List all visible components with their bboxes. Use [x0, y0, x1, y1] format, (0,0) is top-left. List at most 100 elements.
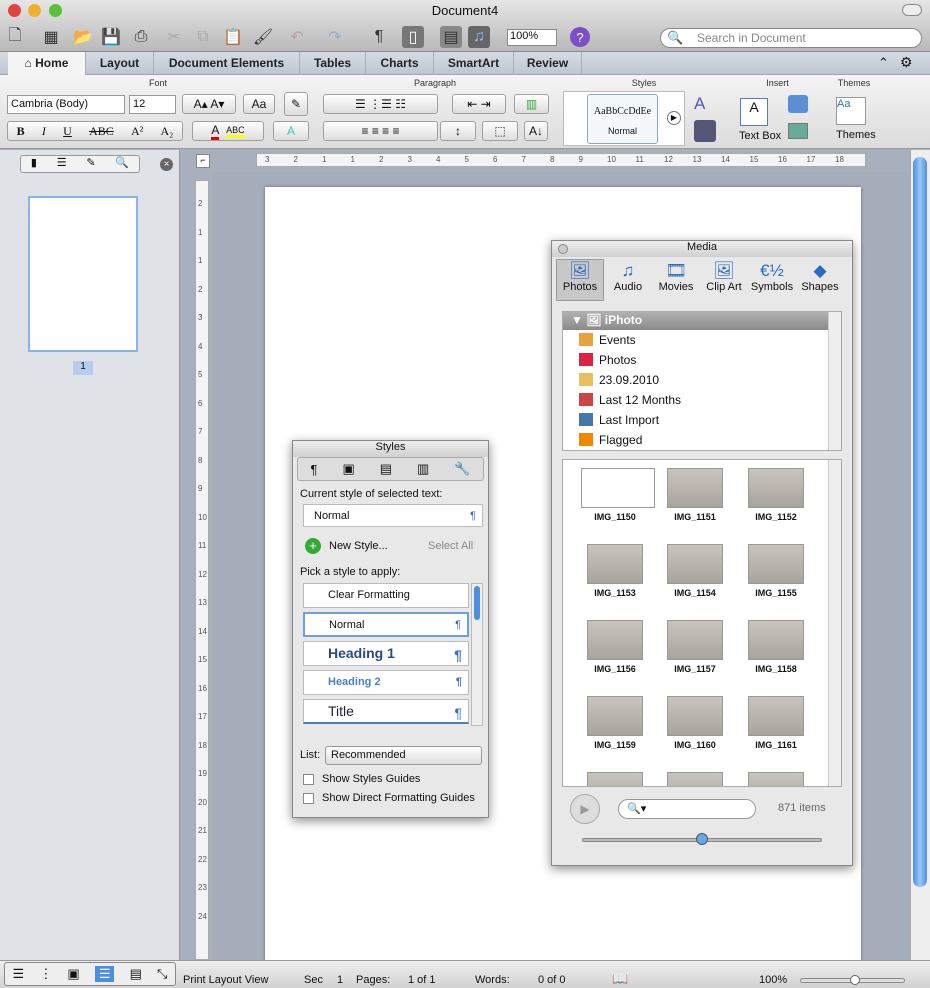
reviewing-icon[interactable]: ✎	[86, 156, 95, 172]
photo-thumbnail[interactable]	[587, 696, 643, 736]
style-list-scrollbar[interactable]	[471, 583, 483, 726]
tree-item[interactable]: 23.09.2010	[579, 370, 659, 390]
gallery-icon[interactable]: ▦	[40, 26, 62, 48]
font-color-icon[interactable]: A	[211, 123, 220, 140]
format-painter-icon[interactable]: 🖌	[252, 26, 274, 48]
text-box-label[interactable]: Text Box	[739, 130, 781, 142]
paste-icon[interactable]: 📋	[222, 26, 244, 48]
italic-icon[interactable]: I	[42, 124, 46, 139]
slider-thumb[interactable]	[696, 833, 708, 845]
themes-icon[interactable]: Aa	[836, 97, 866, 125]
search-pane-icon[interactable]: 🔍	[115, 156, 129, 172]
photo-thumbnail[interactable]	[748, 620, 804, 660]
photo-thumbnail[interactable]	[581, 468, 655, 508]
thumbnail-view-icon[interactable]: ▮	[31, 156, 37, 172]
tools-icon[interactable]: 🔧	[454, 461, 470, 477]
tab-document-elements[interactable]: Document Elements	[154, 52, 300, 75]
search-input[interactable]: Search in Document	[660, 28, 922, 48]
photo-thumbnail[interactable]	[587, 544, 643, 584]
media-tab-symbols[interactable]: €½ Symbols	[748, 261, 796, 301]
photo-thumbnail[interactable]	[667, 620, 723, 660]
photo-thumbnail[interactable]	[667, 544, 723, 584]
zoom-select[interactable]: 100%	[507, 29, 557, 46]
spelling-check-icon[interactable]: 📖	[612, 971, 628, 987]
quick-styles-icon[interactable]: A	[694, 94, 705, 114]
themes-label[interactable]: Themes	[836, 129, 876, 141]
media-tab-audio[interactable]: ♫ Audio	[604, 261, 652, 301]
collapse-ribbon-icon[interactable]: ⌃	[878, 55, 889, 71]
tree-item[interactable]: Flagged	[579, 430, 642, 450]
style-item-heading-2[interactable]: Heading 2 ¶	[303, 670, 469, 695]
new-document-icon[interactable]: 🗋	[4, 26, 26, 48]
toolbox-icon[interactable]: ▤	[440, 26, 462, 48]
new-style-button[interactable]: New Style...	[329, 540, 388, 552]
line-spacing-icon[interactable]: ↕	[440, 121, 476, 141]
print-layout-view-icon[interactable]: ☰	[94, 966, 115, 982]
toolbox-tabs[interactable]: ¶ ▣ ▤ ▥ 🔧	[297, 457, 484, 481]
outline-view-icon[interactable]: ⋮	[39, 966, 52, 982]
font-size-select[interactable]: 12	[129, 95, 176, 114]
list-buttons[interactable]: ☰ ⋮☰ ☷	[323, 94, 438, 114]
view-buttons[interactable]: ☰ ⋮ ▣ ☰ ▤ ⤡	[4, 962, 176, 986]
close-sidebar-icon[interactable]: ×	[160, 158, 173, 171]
tab-layout[interactable]: Layout	[86, 52, 154, 75]
tree-item[interactable]: Events	[579, 330, 636, 350]
select-all-button[interactable]: Select All	[428, 540, 473, 552]
draft-view-icon[interactable]: ☰	[13, 966, 25, 982]
change-case-button[interactable]: Aa	[243, 94, 275, 114]
photo-thumbnail[interactable]	[748, 696, 804, 736]
photo-thumbnail[interactable]	[667, 468, 723, 508]
new-style-icon[interactable]: +	[305, 538, 321, 554]
photo-thumbnail[interactable]	[748, 544, 804, 584]
media-tab-clip-art[interactable]: 🖼 Clip Art	[700, 261, 748, 301]
style-item-heading-1[interactable]: Heading 1 ¶	[303, 641, 469, 666]
tree-item-iphoto[interactable]: ▼ 🖼 iPhoto	[563, 312, 841, 330]
strikethrough-icon[interactable]: ABC	[89, 124, 114, 139]
formatting-tab-icon[interactable]: ▣	[342, 461, 354, 477]
sort-icon[interactable]: A↓	[524, 121, 548, 141]
publishing-view-icon[interactable]: ▣	[67, 966, 79, 982]
tree-item[interactable]: Photos	[579, 350, 636, 370]
alignment-buttons[interactable]: ≡ ≡ ≡ ≡	[323, 121, 438, 141]
tab-tables[interactable]: Tables	[300, 52, 366, 75]
styles-tab-icon[interactable]: ¶	[310, 462, 317, 477]
outline-view-icon[interactable]: ☰	[57, 156, 67, 172]
print-icon[interactable]: ⎙	[130, 26, 152, 48]
photo-grid-scrollbar[interactable]	[828, 460, 841, 786]
sidebar-view-switcher[interactable]: ▮ ☰ ✎ 🔍	[20, 155, 140, 173]
manage-styles-icon[interactable]	[694, 120, 716, 142]
save-icon[interactable]: 💾	[100, 26, 122, 48]
cut-icon[interactable]: ✂	[163, 26, 185, 48]
play-icon[interactable]: ▶	[570, 794, 600, 824]
media-browser-icon[interactable]: ♫	[468, 26, 490, 48]
show-direct-formatting-checkbox[interactable]	[303, 793, 314, 804]
tab-home[interactable]: ⌂ Home	[8, 52, 86, 75]
subscript-icon[interactable]: A₂	[161, 124, 174, 139]
styles-next-icon[interactable]: ▶	[667, 111, 681, 125]
horizontal-ruler[interactable]: 3 2 1 1 2 3 4 5 6 7 8 9 10 11 12 13 14 15 16 17 18	[256, 153, 866, 167]
media-tab-photos[interactable]: 🖼 Photos	[556, 261, 604, 301]
reference-tools-icon[interactable]: ▥	[417, 461, 429, 477]
indent-buttons[interactable]: ⇤ ⇥	[452, 94, 506, 114]
underline-icon[interactable]: U	[63, 124, 72, 139]
show-styles-guides-checkbox[interactable]	[303, 774, 314, 785]
columns-icon[interactable]: ▥	[514, 94, 549, 114]
style-normal-tile[interactable]: AaBbCcDdEe Normal	[587, 94, 658, 144]
style-item-normal[interactable]: Normal ¶	[303, 612, 469, 637]
photo-thumbnail[interactable]	[587, 772, 643, 786]
pilcrow-icon[interactable]: ¶	[368, 26, 390, 48]
photo-thumbnail[interactable]	[748, 772, 804, 786]
style-item-title[interactable]: Title ¶	[303, 699, 469, 724]
tree-item[interactable]: Last Import	[579, 410, 659, 430]
undo-icon[interactable]: ↶	[286, 26, 308, 48]
font-name-select[interactable]: Cambria (Body)	[7, 95, 125, 114]
shapes-icon[interactable]	[788, 95, 808, 113]
tab-review[interactable]: Review	[514, 52, 582, 75]
close-panel-button[interactable]	[558, 244, 568, 254]
tree-item[interactable]: Last 12 Months	[579, 390, 681, 410]
media-tab-shapes[interactable]: ◆ Shapes	[796, 261, 844, 301]
photo-thumbnail[interactable]	[748, 468, 804, 508]
redo-icon[interactable]: ↷	[324, 26, 346, 48]
scrapbook-icon[interactable]: ▤	[380, 461, 392, 477]
vertical-ruler[interactable]: 2 1 1 2 3 4 5 6 7 8 9 10 11 12 13 14 15 16 17 18 19 20 21 22 23 2…	[195, 180, 209, 960]
